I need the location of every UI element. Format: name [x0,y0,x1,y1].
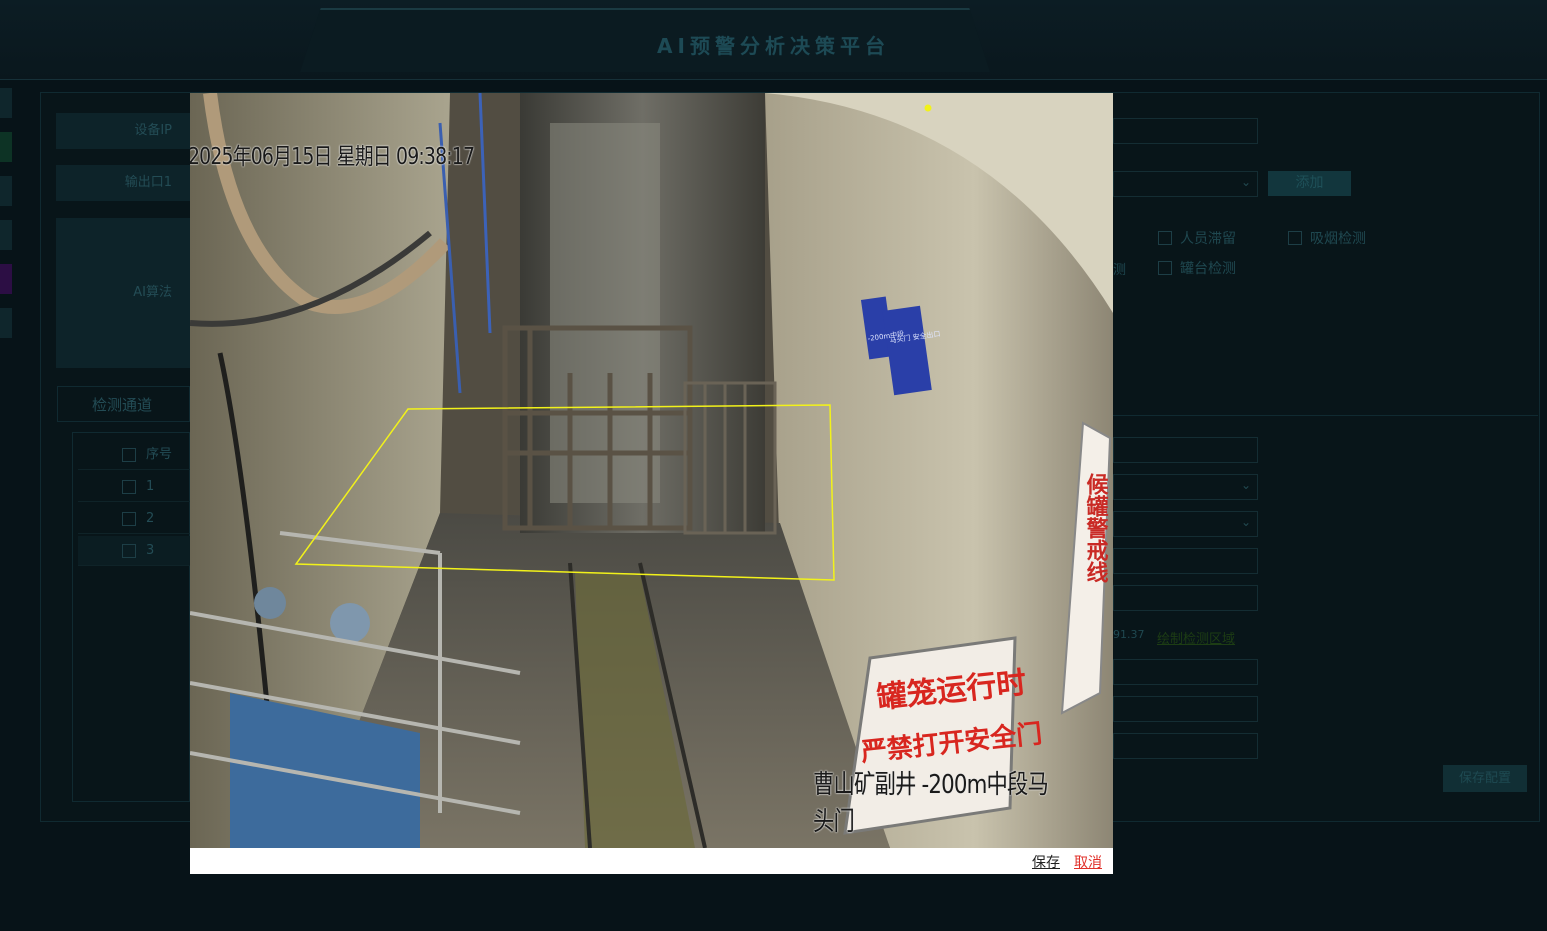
left-rail [0,88,14,608]
algorithm-option-fragment: 测 [1113,263,1127,278]
checkbox[interactable] [1288,231,1302,245]
pump-motor [330,603,370,643]
channel-table-header: 序号 [78,440,190,470]
rail-tab[interactable] [0,308,12,338]
chevron-down-icon: ⌄ [1240,478,1251,492]
checkbox[interactable] [1158,261,1172,275]
rail-tab[interactable] [0,132,12,162]
camera-frame[interactable]: 罐笼运行时 严禁打开安全门 -200m中段 马头门 安全出口 候罐警戒线 202… [190,93,1113,848]
algorithm-option-smoking[interactable]: 吸烟检测 [1288,228,1366,248]
output-label: 输出口1 [56,165,190,201]
device-ip-input[interactable] [1113,118,1258,144]
chevron-down-icon: ⌄ [1240,515,1251,529]
app-title: AI预警分析决策平台 [657,34,890,58]
channel-field[interactable] [1113,437,1258,463]
draw-region-link[interactable]: 绘制检测区域 [1157,628,1235,647]
channel-field[interactable] [1113,659,1258,685]
rail-tab[interactable] [0,88,12,118]
vertical-sign-text: 候罐警戒线 [1083,473,1110,584]
camera-location-label: 曹山矿副井 -200m中段马头门 [813,770,1049,837]
output-select[interactable]: ⌄ [1113,171,1258,197]
ai-algorithm-label: AI算法 [56,218,190,368]
save-config-button[interactable]: 保存配置 [1443,765,1527,792]
row-seq: 1 [146,479,155,494]
cage-door [550,123,660,503]
rail-tab[interactable] [0,264,12,294]
cancel-link[interactable]: 取消 [1074,852,1102,872]
device-ip-label: 设备IP [56,113,190,149]
region-editor-modal: 罐笼运行时 严禁打开安全门 -200m中段 马头门 安全出口 候罐警戒线 202… [190,93,1113,874]
chevron-down-icon: ⌄ [1240,175,1251,189]
add-button[interactable]: 添加 [1268,171,1351,196]
row-checkbox[interactable] [122,479,136,494]
seq-header: 序号 [146,447,173,462]
table-row[interactable]: 3 [78,536,190,566]
rail-tab[interactable] [0,220,12,250]
region-vertex-handle[interactable] [924,104,932,112]
channel-field[interactable] [1113,585,1258,611]
save-link[interactable]: 保存 [1032,852,1060,872]
camera-scene: 罐笼运行时 严禁打开安全门 -200m中段 马头门 安全出口 候罐警戒线 [190,93,1113,848]
channel-field[interactable] [1113,696,1258,722]
stream-ip-tail: 91.37 [1113,628,1145,641]
table-row[interactable]: 2 [78,504,190,534]
camera-timestamp: 2025年06月15日 星期日 09:38:17 [190,144,475,170]
row-seq: 3 [146,543,155,558]
algorithm-option-cage-platform[interactable]: 罐台检测 [1158,258,1236,278]
channel-field[interactable] [1113,733,1258,759]
channel-field[interactable] [1113,548,1258,574]
channel-select[interactable]: ⌄ [1113,511,1258,537]
pump-motor [254,587,286,619]
modal-footer: 保存 取消 [190,848,1113,874]
checkbox[interactable] [1158,231,1172,245]
algorithm-option-stay[interactable]: 人员滞留 [1158,228,1236,248]
divider [1113,415,1538,416]
row-seq: 2 [146,511,155,526]
rail-tab[interactable] [0,176,12,206]
table-row[interactable]: 1 [78,472,190,502]
channel-select[interactable]: ⌄ [1113,474,1258,500]
top-bar: AI预警分析决策平台 [0,0,1547,80]
select-all-checkbox[interactable] [122,447,136,462]
detection-channel-title: 检测通道 [57,386,190,422]
row-checkbox[interactable] [122,511,136,526]
row-checkbox[interactable] [122,543,136,558]
